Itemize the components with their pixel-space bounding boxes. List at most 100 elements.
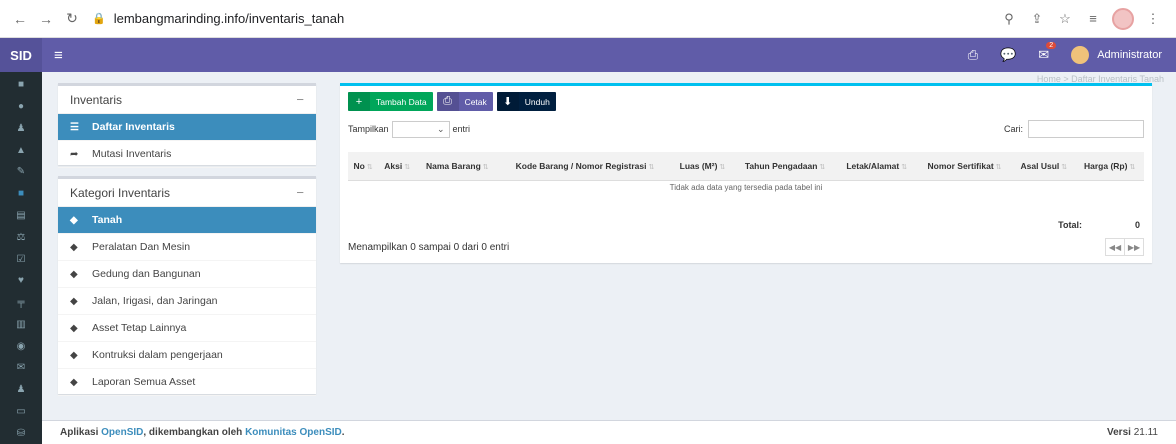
- sort-icon: ⇅: [1129, 163, 1136, 171]
- reading-list-icon[interactable]: ≡: [1084, 11, 1102, 26]
- bookmark-star-icon[interactable]: ☆: [1056, 11, 1074, 27]
- inventory-icon[interactable]: ■: [0, 183, 42, 205]
- inventaris-box-header: Inventaris −: [58, 86, 316, 114]
- version-info: Versi 21.11: [1107, 427, 1158, 438]
- column-header-tahun[interactable]: Tahun Pengadaan ⇅: [733, 152, 837, 181]
- edit-icon[interactable]: ✎: [0, 161, 42, 183]
- notification-badge: 2: [1046, 42, 1057, 49]
- globe-icon[interactable]: ◉: [0, 335, 42, 357]
- page-length-select[interactable]: ⌄: [391, 120, 450, 138]
- menu-item-peralatan-mesin[interactable]: ◆ Peralatan Dan Mesin: [58, 234, 316, 261]
- user-menu[interactable]: Administrator: [1071, 46, 1162, 64]
- chart-icon[interactable]: ▲: [0, 139, 42, 161]
- column-header-kode-barang[interactable]: Kode Barang / Nomor Registrasi ⇅: [498, 152, 672, 181]
- document-icon[interactable]: ▤: [0, 205, 42, 227]
- icon-sidebar: ■ ● ♟ ▲ ✎ ■ ▤ ⚖ ☑ ♥ ╤ ▥ ◉ ✉ ♟ ▭ ⛁: [0, 72, 42, 444]
- column-header-sertifikat[interactable]: Nomor Sertifikat ⇅: [916, 152, 1013, 181]
- show-label: Tampilkan: [348, 124, 389, 134]
- browser-toolbar: ← → ↻ 🔒 lembangmarinding.info/inventaris…: [0, 0, 1176, 38]
- hamburger-menu-icon[interactable]: ≡: [54, 47, 63, 64]
- komunitas-opensid-link[interactable]: Komunitas OpenSID: [245, 427, 342, 438]
- table-footer: Menampilkan 0 sampai 0 dari 0 entri ◀◀ ▶…: [348, 238, 1144, 256]
- add-data-button[interactable]: + Tambah Data: [348, 92, 433, 111]
- sort-icon: ⇅: [648, 163, 655, 171]
- browser-profile-avatar[interactable]: [1112, 7, 1134, 30]
- database-icon[interactable]: ⛁: [0, 422, 42, 444]
- sign-icon[interactable]: ╤: [0, 292, 42, 314]
- home-icon[interactable]: ■: [0, 74, 42, 96]
- menu-item-label: Laporan Semua Asset: [92, 376, 196, 388]
- column-header-luas[interactable]: Luas (M²) ⇅: [671, 152, 734, 181]
- back-arrow-icon[interactable]: ←: [8, 7, 32, 31]
- menu-item-tanah[interactable]: ◆ Tanah: [58, 207, 316, 234]
- plus-icon: +: [348, 92, 370, 111]
- menu-item-kontruksi[interactable]: ◆ Kontruksi dalam pengerjaan: [58, 342, 316, 369]
- table-header-row: No ⇅ Aksi ⇅ Nama Barang ⇅ Kode Barang / Nom…: [348, 152, 1144, 181]
- mail-icon[interactable]: ✉: [0, 357, 42, 379]
- reload-icon[interactable]: ↻: [60, 7, 84, 31]
- total-value: 0: [1134, 220, 1140, 230]
- inventaris-box-title: Inventaris: [70, 92, 123, 107]
- kategori-box: Kategori Inventaris − ◆ Tanah ◆ Peralata…: [58, 176, 316, 396]
- kategori-box-title: Kategori Inventaris: [70, 185, 171, 200]
- footer-credits: Aplikasi OpenSID, dikembangkan oleh Komu…: [60, 427, 345, 438]
- printer-icon[interactable]: ⎙: [968, 47, 978, 63]
- column-header-letak[interactable]: Letak/Alamat ⇅: [836, 152, 917, 181]
- previous-page-icon[interactable]: ◀◀: [1105, 238, 1125, 256]
- menu-item-label: Daftar Inventaris: [92, 121, 175, 133]
- menu-item-label: Mutasi Inventaris: [92, 148, 172, 160]
- tag-icon: ◆: [70, 241, 78, 253]
- menu-item-daftar-inventaris[interactable]: ☰ Daftar Inventaris: [58, 114, 316, 141]
- column-header-no[interactable]: No ⇅: [348, 152, 379, 181]
- menu-item-laporan-semua-asset[interactable]: ◆ Laporan Semua Asset: [58, 369, 316, 396]
- search-control: Cari:: [1004, 120, 1144, 138]
- sort-icon: ⇅: [995, 163, 1002, 171]
- browser-menu-icon[interactable]: ⋮: [1144, 11, 1162, 27]
- print-button[interactable]: ⎙ Cetak: [436, 92, 493, 111]
- kategori-box-header: Kategori Inventaris −: [58, 179, 316, 207]
- app-navbar: SID ≡ ⎙ 💬 ✉ 2 Administrator: [0, 38, 1176, 72]
- info-icon[interactable]: ●: [0, 96, 42, 118]
- column-header-aksi[interactable]: Aksi ⇅: [378, 152, 417, 181]
- mail-icon[interactable]: ✉ 2: [1038, 42, 1057, 63]
- people-icon[interactable]: ♟: [0, 118, 42, 140]
- menu-item-jalan-irigasi[interactable]: ◆ Jalan, Irigasi, dan Jaringan: [58, 288, 316, 315]
- column-header-asal-usul[interactable]: Asal Usul ⇅: [1012, 152, 1076, 181]
- empty-row: Tidak ada data yang tersedia pada tabel …: [348, 180, 1144, 194]
- forward-arrow-icon[interactable]: →: [34, 7, 58, 31]
- opensid-link[interactable]: OpenSID: [101, 427, 143, 438]
- menu-item-label: Jalan, Irigasi, dan Jaringan: [92, 295, 218, 307]
- share-icon[interactable]: ⇪: [1028, 11, 1046, 27]
- monitor-icon[interactable]: ▭: [0, 400, 42, 422]
- checklist-icon[interactable]: ☑: [0, 248, 42, 270]
- chat-bubble-icon[interactable]: 💬: [1000, 47, 1016, 63]
- bank-icon[interactable]: ▥: [0, 313, 42, 335]
- sort-icon: ⇅: [366, 163, 373, 171]
- menu-item-asset-tetap[interactable]: ◆ Asset Tetap Lainnya: [58, 315, 316, 342]
- tag-icon: ◆: [70, 268, 78, 280]
- search-label: Cari:: [1003, 124, 1023, 134]
- menu-item-label: Peralatan Dan Mesin: [92, 241, 191, 253]
- users-icon[interactable]: ♟: [0, 379, 42, 401]
- lock-icon: 🔒: [92, 13, 106, 25]
- search-input[interactable]: [1028, 120, 1144, 138]
- menu-item-label: Gedung dan Bangunan: [92, 268, 201, 280]
- menu-item-mutasi-inventaris[interactable]: ➦ Mutasi Inventaris: [58, 141, 316, 168]
- menu-item-gedung-bangunan[interactable]: ◆ Gedung dan Bangunan: [58, 261, 316, 288]
- total-row: Total: 0: [348, 214, 1144, 236]
- list-icon: ☰: [70, 121, 79, 133]
- next-page-icon[interactable]: ▶▶: [1124, 238, 1144, 256]
- collapse-minus-icon[interactable]: −: [296, 92, 304, 107]
- sort-icon: ⇅: [901, 163, 908, 171]
- app-logo[interactable]: SID: [0, 38, 42, 72]
- scale-icon[interactable]: ⚖: [0, 226, 42, 248]
- column-header-harga[interactable]: Harga (Rp) ⇅: [1075, 152, 1144, 181]
- download-button[interactable]: ⬇ Unduh: [496, 92, 556, 111]
- column-header-nama-barang[interactable]: Nama Barang ⇅: [416, 152, 499, 181]
- url-text: lembangmarinding.info/inventaris_tanah: [113, 11, 345, 26]
- page-footer: Aplikasi OpenSID, dikembangkan oleh Komu…: [42, 420, 1176, 444]
- zoom-icon[interactable]: ⚲: [1000, 11, 1018, 27]
- heart-icon[interactable]: ♥: [0, 270, 42, 292]
- address-bar[interactable]: 🔒 lembangmarinding.info/inventaris_tanah: [92, 6, 1000, 32]
- collapse-minus-icon[interactable]: −: [296, 185, 304, 200]
